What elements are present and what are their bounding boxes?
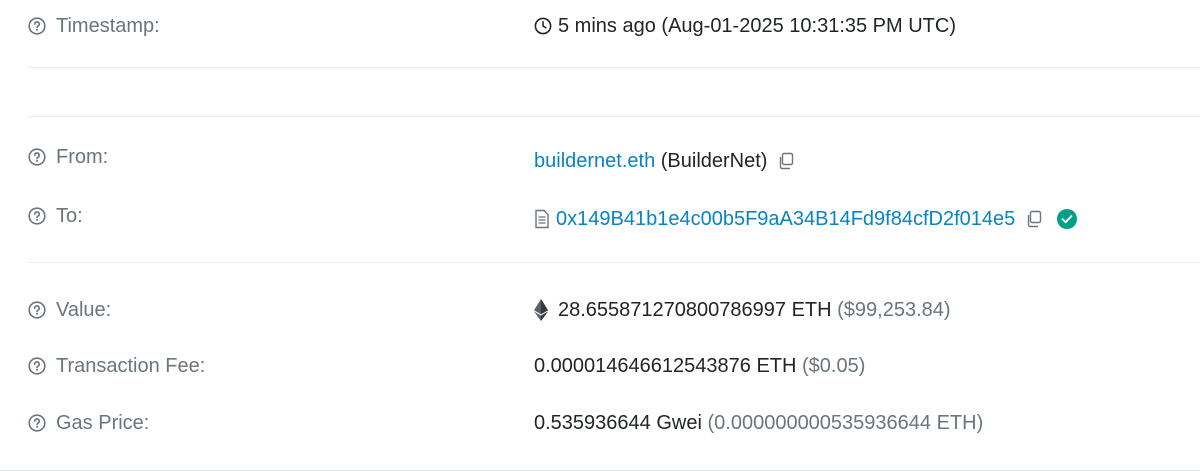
clock-icon <box>534 17 552 35</box>
value-eth-amount: 28.655871270800786997 ETH <box>558 298 832 321</box>
question-circle-icon[interactable] <box>28 357 46 375</box>
question-circle-icon[interactable] <box>28 148 46 166</box>
from-label-text: From: <box>56 145 109 168</box>
transaction-fee-usd: ($0.05) <box>802 354 866 377</box>
document-icon <box>535 209 549 229</box>
from-label: From: <box>28 137 108 177</box>
transaction-fee-label: Transaction Fee: <box>28 346 205 386</box>
value-row: Value: 28.655871270800786997 ETH ($99,25… <box>0 290 1200 330</box>
gas-price-row: Gas Price: 0.535936644 Gwei (0.000000000… <box>0 403 1200 443</box>
timestamp-row: Timestamp: 5 mins ago (Aug-01-2025 10:31… <box>0 6 1200 46</box>
question-circle-icon[interactable] <box>28 301 46 319</box>
from-row: From: buildernet.eth (BuilderNet) <box>0 137 1200 177</box>
divider <box>28 262 1200 263</box>
transaction-details-card: Timestamp: 5 mins ago (Aug-01-2025 10:31… <box>0 0 1200 471</box>
to-value: 0x149B41b1e4c00b5F9aA34B14Fd9f84cfD2f014… <box>534 199 1078 239</box>
transaction-fee-label-text: Transaction Fee: <box>56 354 206 377</box>
question-circle-icon[interactable] <box>28 414 46 432</box>
from-value: buildernet.eth (BuilderNet) <box>534 141 795 181</box>
timestamp-label-text: Timestamp: <box>56 14 160 37</box>
value-label-text: Value: <box>56 298 112 321</box>
copy-icon[interactable] <box>777 152 795 170</box>
to-label-text: To: <box>56 204 83 227</box>
to-address-link[interactable]: 0x149B41b1e4c00b5F9aA34B14Fd9f84cfD2f014… <box>556 208 1015 231</box>
timestamp-relative: 5 mins ago <box>558 14 656 37</box>
value-usd-amount: ($99,253.84) <box>837 298 951 321</box>
transaction-fee-eth: 0.000014646612543876 ETH <box>534 354 797 377</box>
from-name-tag: (BuilderNet) <box>660 149 768 172</box>
gas-price-eth: (0.000000000535936644 ETH) <box>707 411 984 434</box>
timestamp-label: Timestamp: <box>28 6 160 46</box>
gas-price-value: 0.535936644 Gwei (0.000000000535936644 E… <box>534 403 983 443</box>
to-label: To: <box>28 196 83 236</box>
question-circle-icon[interactable] <box>28 17 46 35</box>
value-amount: 28.655871270800786997 ETH ($99,253.84) <box>534 290 951 330</box>
transaction-fee-row: Transaction Fee: 0.000014646612543876 ET… <box>0 346 1200 386</box>
divider <box>28 116 1200 117</box>
ethereum-icon <box>534 299 548 321</box>
to-row: To: 0x149B41b1e4c00b5F9aA34B14Fd9f84cfD2… <box>0 196 1200 236</box>
gas-price-label-text: Gas Price: <box>56 411 150 434</box>
timestamp-value: 5 mins ago (Aug-01-2025 10:31:35 PM UTC) <box>534 6 956 46</box>
value-label: Value: <box>28 290 111 330</box>
check-circle-icon <box>1057 209 1078 229</box>
timestamp-absolute: (Aug-01-2025 10:31:35 PM UTC) <box>661 14 956 37</box>
question-circle-icon[interactable] <box>28 207 46 225</box>
gas-price-label: Gas Price: <box>28 403 149 443</box>
divider <box>28 67 1200 68</box>
copy-icon[interactable] <box>1025 210 1043 228</box>
transaction-fee-value: 0.000014646612543876 ETH ($0.05) <box>534 346 865 386</box>
from-address-link[interactable]: buildernet.eth <box>534 150 655 173</box>
gas-price-gwei: 0.535936644 Gwei <box>534 411 702 434</box>
